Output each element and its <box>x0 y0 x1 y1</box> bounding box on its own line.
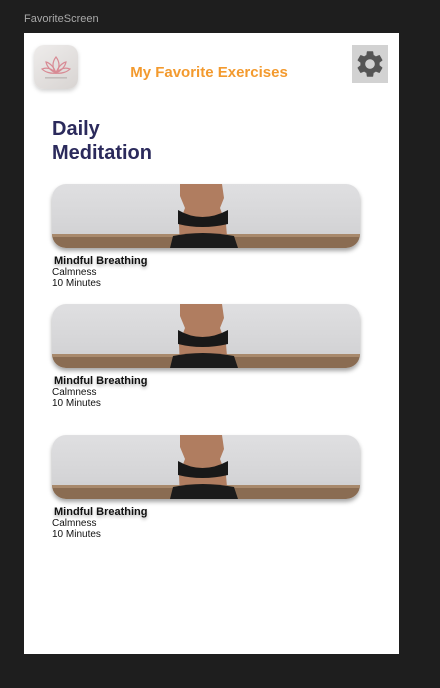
exercise-card[interactable]: Mindful Breathing Calmness 10 Minutes <box>52 304 360 409</box>
exercise-duration: 10 Minutes <box>52 278 101 289</box>
exercise-category: Calmness <box>52 387 97 398</box>
exercise-duration: 10 Minutes <box>52 529 101 540</box>
app-logo[interactable] <box>34 45 78 89</box>
page-title: My Favorite Exercises <box>130 64 288 81</box>
exercise-thumbnail <box>52 435 360 499</box>
lotus-logo-icon <box>40 56 72 79</box>
section-title-line-2: Meditation <box>52 142 152 164</box>
exercise-category: Calmness <box>52 267 97 278</box>
exercise-thumbnail <box>52 184 360 248</box>
exercise-title: Mindful Breathing <box>54 255 148 267</box>
exercise-duration: 10 Minutes <box>52 398 101 409</box>
exercise-title: Mindful Breathing <box>54 375 148 387</box>
exercise-category: Calmness <box>52 518 97 529</box>
exercise-thumbnail <box>52 304 360 368</box>
gear-icon <box>357 51 383 77</box>
exercise-title: Mindful Breathing <box>54 506 148 518</box>
exercise-card[interactable]: Mindful Breathing Calmness 10 Minutes <box>52 435 360 540</box>
favorite-screen: My Favorite Exercises Daily Meditation M… <box>24 33 399 654</box>
section-title-line-1: Daily <box>52 118 100 140</box>
section-title: Daily Meditation <box>52 117 202 165</box>
frame-label: FavoriteScreen <box>24 13 99 25</box>
settings-button[interactable] <box>352 45 388 83</box>
exercise-card[interactable]: Mindful Breathing Calmness 10 Minutes <box>52 184 360 289</box>
